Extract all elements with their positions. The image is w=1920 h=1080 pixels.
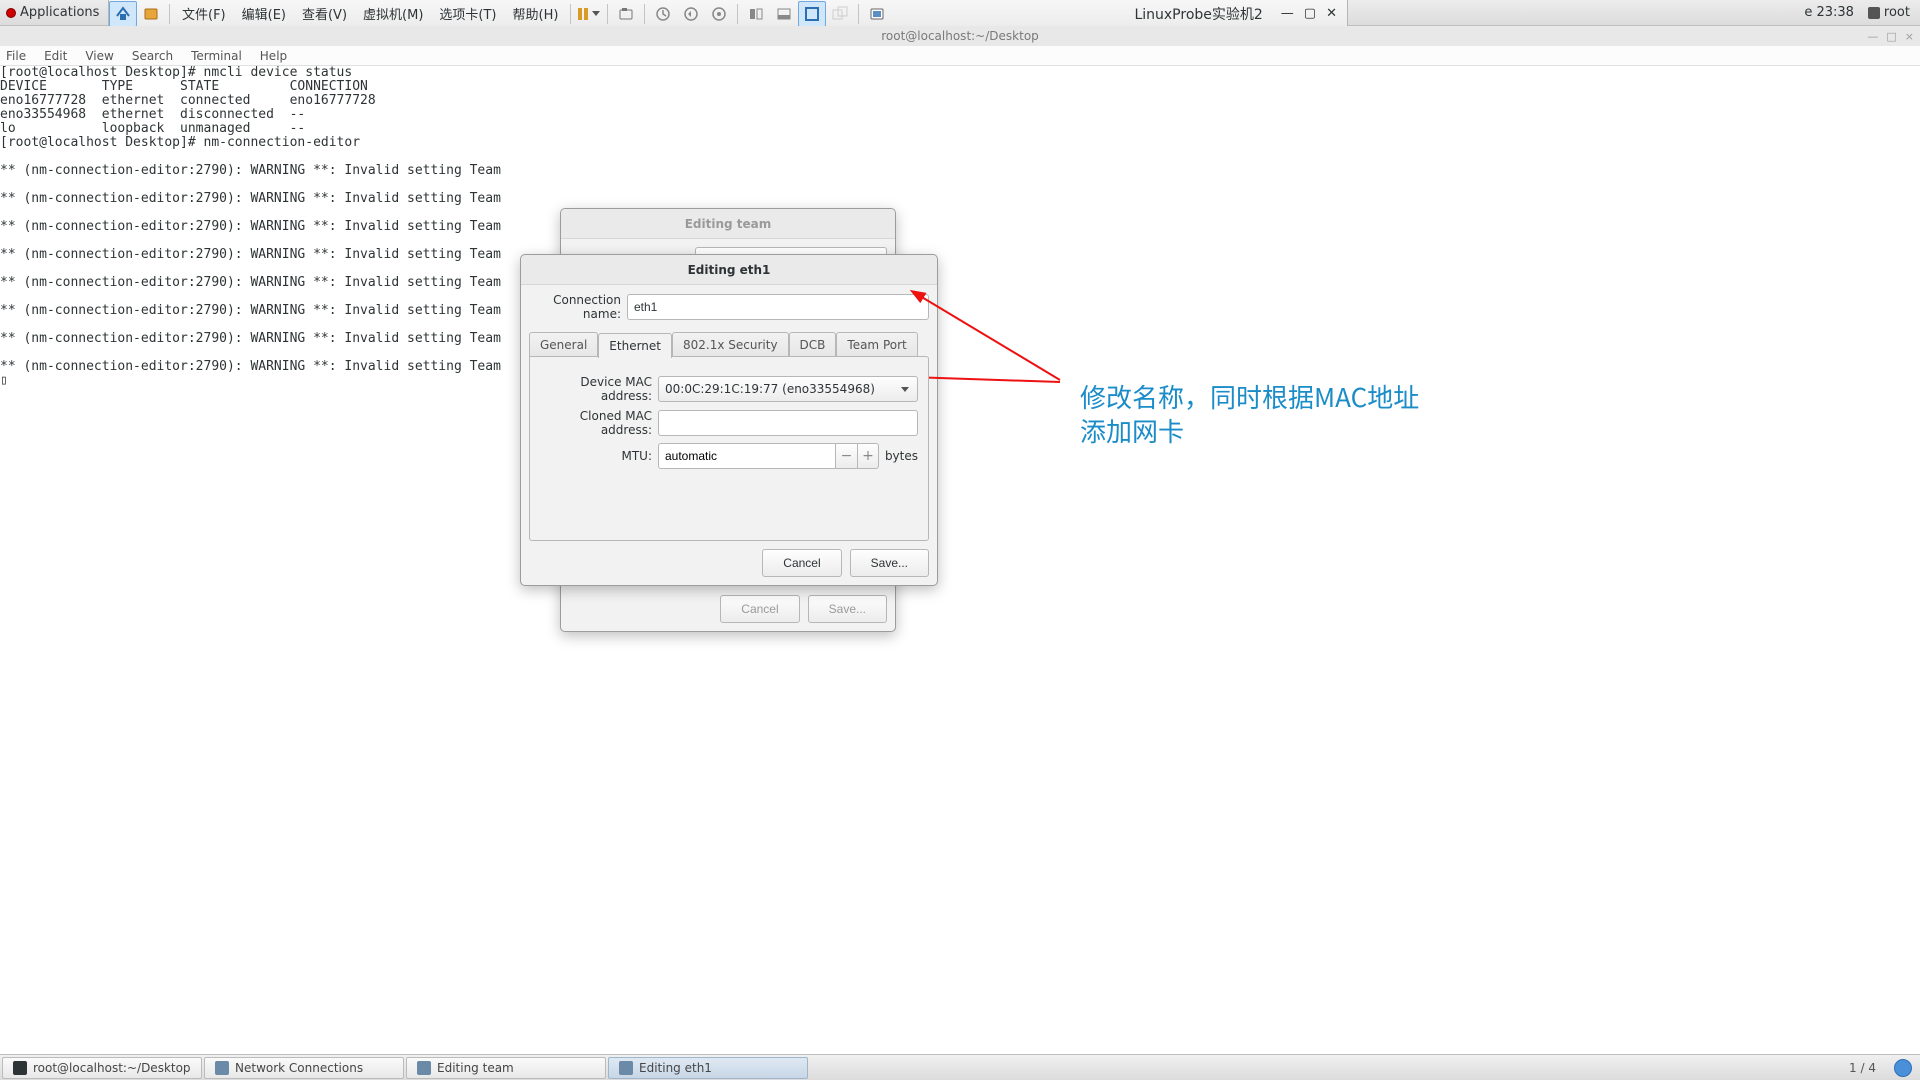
vm-minimize-icon[interactable]: — bbox=[1281, 6, 1294, 21]
vm-screenshot-icon[interactable] bbox=[612, 1, 640, 27]
eth-conn-label: Connection name: bbox=[529, 293, 621, 321]
vm-close-icon[interactable]: ✕ bbox=[1326, 6, 1337, 21]
terminal-title-text: root@localhost:~/Desktop bbox=[881, 29, 1039, 43]
team-cancel-button[interactable]: Cancel bbox=[720, 595, 799, 623]
network-icon bbox=[417, 1061, 431, 1075]
vm-menu-edit[interactable]: 编辑(E) bbox=[234, 1, 294, 27]
term-menu-terminal[interactable]: Terminal bbox=[191, 49, 242, 63]
applications-label: Applications bbox=[20, 5, 99, 20]
team-save-button[interactable]: Save... bbox=[808, 595, 887, 623]
clock-partial[interactable]: e 23:38 bbox=[1804, 5, 1854, 20]
task-editing-eth1[interactable]: Editing eth1 bbox=[608, 1057, 808, 1079]
applications-menu[interactable]: Applications bbox=[6, 5, 99, 20]
mac-label: Device MAC address: bbox=[540, 375, 652, 403]
vm-home-icon[interactable] bbox=[109, 1, 137, 27]
vm-pause-button[interactable] bbox=[575, 1, 603, 27]
vm-view-unity-icon[interactable] bbox=[826, 1, 854, 27]
term-menu-help[interactable]: Help bbox=[260, 49, 287, 63]
mac-address-combo[interactable]: 00:0C:29:1C:19:77 (eno33554968) bbox=[658, 376, 918, 402]
mtu-minus-button[interactable]: − bbox=[835, 443, 857, 469]
vm-menu-tabs[interactable]: 选项卡(T) bbox=[431, 1, 504, 27]
annotation-text: 修改名称，同时根据MAC地址 添加网卡 bbox=[1080, 380, 1419, 448]
mtu-input[interactable] bbox=[658, 443, 835, 469]
tab-ethernet[interactable]: Ethernet bbox=[598, 333, 672, 358]
network-icon bbox=[619, 1061, 633, 1075]
window-close-icon[interactable]: × bbox=[1905, 30, 1914, 43]
vm-view-fullscreen-icon[interactable] bbox=[798, 1, 826, 27]
window-maximize-icon[interactable]: □ bbox=[1886, 30, 1896, 43]
mtu-unit: bytes bbox=[885, 449, 918, 463]
term-menu-file[interactable]: File bbox=[6, 49, 26, 63]
task-editing-team[interactable]: Editing team bbox=[406, 1057, 606, 1079]
vm-maximize-icon[interactable]: ▢ bbox=[1304, 6, 1316, 21]
term-menu-edit[interactable]: Edit bbox=[44, 49, 67, 63]
eth-conn-name-input[interactable] bbox=[627, 294, 929, 320]
cloned-mac-input[interactable] bbox=[658, 410, 918, 436]
fedora-logo-icon bbox=[6, 8, 16, 18]
editing-eth1-title[interactable]: Editing eth1 bbox=[521, 255, 937, 285]
vm-menu-vm[interactable]: 虚拟机(M) bbox=[355, 1, 431, 27]
eth-save-button[interactable]: Save... bbox=[850, 549, 929, 577]
vm-view-single-icon[interactable] bbox=[742, 1, 770, 27]
network-icon bbox=[215, 1061, 229, 1075]
mtu-plus-button[interactable]: + bbox=[857, 443, 879, 469]
vm-menu-view[interactable]: 查看(V) bbox=[294, 1, 355, 27]
tab-dcb[interactable]: DCB bbox=[789, 332, 837, 357]
vm-snapshot-revert-icon[interactable] bbox=[677, 1, 705, 27]
terminal-menubar: File Edit View Search Terminal Help bbox=[0, 46, 1920, 66]
vmware-toolbar: 文件(F) 编辑(E) 查看(V) 虚拟机(M) 选项卡(T) 帮助(H) Li… bbox=[108, 0, 1348, 28]
tab-teamport[interactable]: Team Port bbox=[836, 332, 917, 357]
user-menu[interactable]: root bbox=[1868, 5, 1910, 20]
terminal-icon bbox=[13, 1061, 27, 1075]
window-minimize-icon[interactable]: — bbox=[1867, 30, 1878, 43]
terminal-output[interactable]: [root@localhost Desktop]# nmcli device s… bbox=[0, 66, 1920, 388]
vm-view-thumbs-icon[interactable] bbox=[770, 1, 798, 27]
terminal-titlebar[interactable]: root@localhost:~/Desktop — □ × bbox=[0, 26, 1920, 46]
vm-menu-file[interactable]: 文件(F) bbox=[174, 1, 234, 27]
term-menu-view[interactable]: View bbox=[85, 49, 113, 63]
gnome-bottom-panel: root@localhost:~/Desktop Network Connect… bbox=[0, 1054, 1920, 1080]
cloned-mac-label: Cloned MAC address: bbox=[540, 409, 652, 437]
tray-update-icon[interactable] bbox=[1894, 1059, 1912, 1077]
mtu-label: MTU: bbox=[540, 449, 652, 463]
term-menu-search[interactable]: Search bbox=[132, 49, 173, 63]
dialog-editing-eth1: Editing eth1 Connection name: General Et… bbox=[520, 254, 938, 586]
vm-snapshot-manage-icon[interactable] bbox=[705, 1, 733, 27]
vm-snapshot-take-icon[interactable] bbox=[649, 1, 677, 27]
editing-team-title[interactable]: Editing team bbox=[561, 209, 895, 239]
tab-general[interactable]: General bbox=[529, 332, 598, 357]
eth-cancel-button[interactable]: Cancel bbox=[762, 549, 841, 577]
task-terminal[interactable]: root@localhost:~/Desktop bbox=[2, 1057, 202, 1079]
vm-tab-name[interactable]: LinuxProbe实验机2 bbox=[1134, 4, 1270, 24]
vm-menu-help[interactable]: 帮助(H) bbox=[505, 1, 567, 27]
tab-8021x[interactable]: 802.1x Security bbox=[672, 332, 789, 357]
vm-library-icon[interactable] bbox=[137, 1, 165, 27]
task-network-connections[interactable]: Network Connections bbox=[204, 1057, 404, 1079]
user-icon bbox=[1868, 7, 1880, 19]
vm-cycle-icon[interactable] bbox=[863, 1, 891, 27]
workspace-indicator[interactable]: 1 / 4 bbox=[1839, 1061, 1886, 1075]
